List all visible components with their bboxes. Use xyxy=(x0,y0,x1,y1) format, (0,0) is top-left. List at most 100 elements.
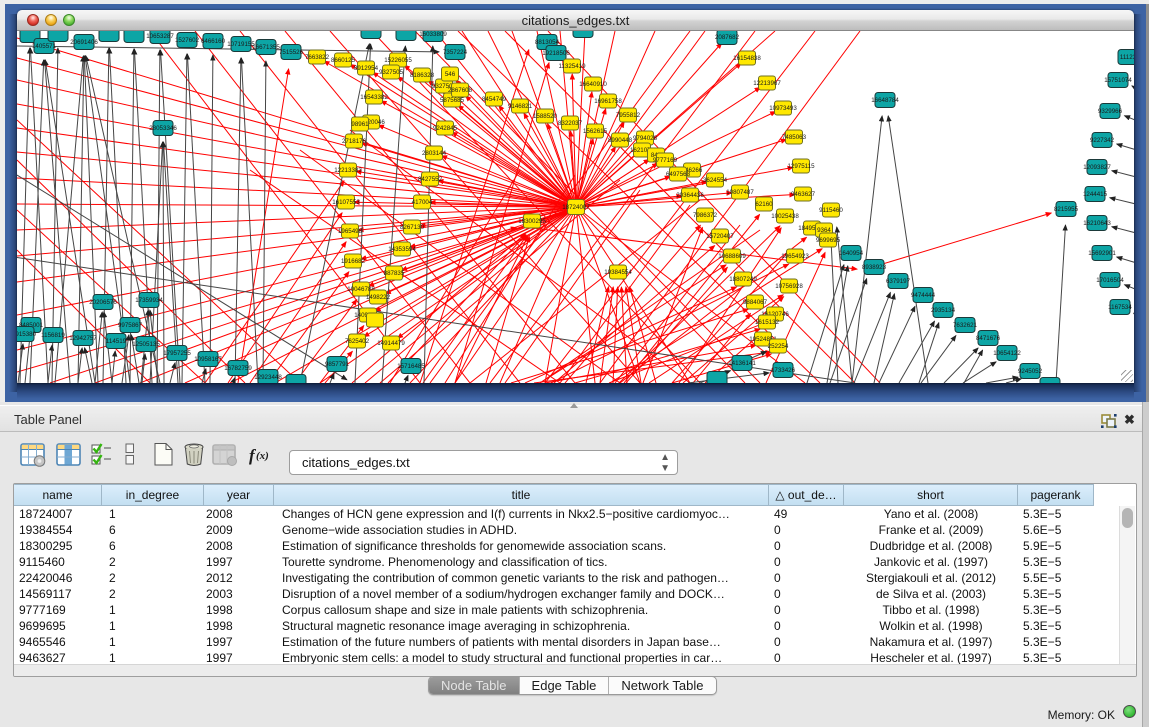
svg-text:8938923: 8938923 xyxy=(862,264,887,271)
svg-text:1615132: 1615132 xyxy=(755,319,780,326)
svg-text:1916682: 1916682 xyxy=(341,258,366,265)
svg-text:1527602: 1527602 xyxy=(175,37,200,44)
svg-text:10688609: 10688609 xyxy=(718,253,746,260)
svg-text:9242845: 9242845 xyxy=(433,125,458,132)
svg-text:8267130: 8267130 xyxy=(400,224,425,231)
svg-text:9777169: 9777169 xyxy=(653,157,678,164)
svg-text:7625402: 7625402 xyxy=(345,338,370,345)
svg-text:16033809: 16033809 xyxy=(419,31,447,38)
svg-text:12923448: 12923448 xyxy=(254,374,282,381)
svg-text:16648784: 16648784 xyxy=(871,97,899,104)
svg-text:8660125: 8660125 xyxy=(331,57,356,64)
svg-text:9227342: 9227342 xyxy=(1090,137,1115,144)
svg-text:12213967: 12213967 xyxy=(753,80,781,87)
svg-text:10807487: 10807487 xyxy=(726,189,754,196)
svg-text:1588520: 1588520 xyxy=(533,113,558,120)
svg-text:14136141: 14136141 xyxy=(728,360,756,367)
svg-text:7632621: 7632621 xyxy=(953,322,978,329)
svg-text:114519: 114519 xyxy=(106,338,127,345)
svg-text:8427552: 8427552 xyxy=(418,176,443,183)
svg-text:8215955: 8215955 xyxy=(1054,206,1079,213)
svg-text:17359934: 17359934 xyxy=(135,297,163,304)
svg-text:417004: 417004 xyxy=(412,199,433,206)
svg-text:1167534: 1167534 xyxy=(1108,304,1132,311)
svg-text:7515526: 7515526 xyxy=(279,49,304,56)
svg-text:19654923: 19654923 xyxy=(781,253,809,260)
svg-text:546: 546 xyxy=(445,71,456,78)
svg-text:16107553: 16107553 xyxy=(332,199,360,206)
svg-text:16640910: 16640910 xyxy=(579,81,607,88)
svg-text:20206576: 20206576 xyxy=(89,299,117,306)
svg-text:9463627: 9463627 xyxy=(791,191,816,198)
svg-text:7485063: 7485063 xyxy=(782,134,807,141)
svg-text:9146821: 9146821 xyxy=(508,103,533,110)
svg-text:6466160: 6466160 xyxy=(201,38,226,45)
svg-text:10719155: 10719155 xyxy=(227,41,255,48)
svg-text:12213383: 12213383 xyxy=(334,167,362,174)
svg-text:18724007: 18724007 xyxy=(562,204,590,211)
svg-text:8186328: 8186328 xyxy=(410,72,435,79)
svg-text:6497568: 6497568 xyxy=(666,171,691,178)
svg-text:2718176: 2718176 xyxy=(342,138,367,145)
svg-text:7955812: 7955812 xyxy=(616,112,641,119)
svg-text:10025438: 10025438 xyxy=(771,213,799,220)
svg-text:15720407: 15720407 xyxy=(706,233,734,240)
svg-text:9794028: 9794028 xyxy=(633,135,658,142)
svg-text:9327505: 9327505 xyxy=(379,69,404,76)
svg-text:1965498: 1965498 xyxy=(338,228,363,235)
svg-text:18300295: 18300295 xyxy=(518,218,546,225)
svg-text:16210643: 16210643 xyxy=(1083,220,1111,227)
svg-text:17957255: 17957255 xyxy=(163,350,191,357)
svg-text:8454749: 8454749 xyxy=(482,96,507,103)
svg-text:14353594: 14353594 xyxy=(388,246,416,253)
svg-text:252254: 252254 xyxy=(768,343,789,350)
svg-text:15226055: 15226055 xyxy=(384,57,412,64)
svg-text:2087682: 2087682 xyxy=(715,34,740,41)
svg-text:10756928: 10756928 xyxy=(775,283,803,290)
svg-text:9474444: 9474444 xyxy=(911,292,936,299)
svg-text:11123: 11123 xyxy=(1120,54,1134,61)
svg-text:887835: 887835 xyxy=(384,270,405,277)
svg-text:1244415: 1244415 xyxy=(1083,191,1108,198)
svg-text:10654122: 10654122 xyxy=(993,350,1021,357)
svg-text:3915380: 3915380 xyxy=(17,331,37,338)
svg-text:15751074: 15751074 xyxy=(1104,77,1132,84)
svg-text:16154838: 16154838 xyxy=(733,55,761,62)
svg-text:16961758: 16961758 xyxy=(594,98,622,105)
svg-text:20691406: 20691406 xyxy=(70,39,98,46)
svg-text:1405571: 1405571 xyxy=(32,43,57,50)
svg-text:17016504: 17016504 xyxy=(1096,277,1124,284)
svg-text:15692901: 15692901 xyxy=(1088,250,1116,257)
svg-text:11325419: 11325419 xyxy=(558,63,586,70)
svg-text:62160: 62160 xyxy=(755,201,773,208)
svg-text:7357224: 7357224 xyxy=(443,49,468,56)
svg-text:10973493: 10973493 xyxy=(769,105,797,112)
svg-text:2867608: 2867608 xyxy=(448,87,473,94)
svg-text:16782759: 16782759 xyxy=(224,365,252,372)
svg-text:9884067: 9884067 xyxy=(743,299,768,306)
svg-text:12093827: 12093827 xyxy=(1083,164,1111,171)
svg-text:12975115: 12975115 xyxy=(787,163,815,170)
svg-text:10958167: 10958167 xyxy=(194,356,222,363)
svg-text:(x): (x) xyxy=(256,450,269,462)
svg-text:6379197: 6379197 xyxy=(886,278,911,285)
svg-text:1498222: 1498222 xyxy=(366,294,391,301)
svg-text:10653287: 10653287 xyxy=(146,33,174,40)
svg-text:2935134: 2935134 xyxy=(931,307,956,314)
svg-text:9329966: 9329966 xyxy=(1098,108,1123,115)
svg-text:1156819: 1156819 xyxy=(41,332,65,339)
svg-text:2803144: 2803144 xyxy=(422,150,447,157)
svg-text:9857791: 9857791 xyxy=(325,361,350,368)
svg-text:12942757: 12942757 xyxy=(69,335,97,342)
svg-text:5875685: 5875685 xyxy=(440,97,465,104)
svg-text:19218506: 19218506 xyxy=(542,50,570,57)
svg-text:9975867: 9975867 xyxy=(118,322,143,329)
svg-text:16671355: 16671355 xyxy=(252,44,280,51)
svg-text:16543382: 16543382 xyxy=(360,94,388,101)
svg-text:8912954: 8912954 xyxy=(354,65,379,72)
svg-text:28053346: 28053346 xyxy=(149,125,177,132)
svg-text:3624554: 3624554 xyxy=(703,177,728,184)
svg-text:98961: 98961 xyxy=(351,121,369,128)
svg-text:1640954: 1640954 xyxy=(839,250,864,257)
svg-text:12505135: 12505135 xyxy=(132,341,160,348)
